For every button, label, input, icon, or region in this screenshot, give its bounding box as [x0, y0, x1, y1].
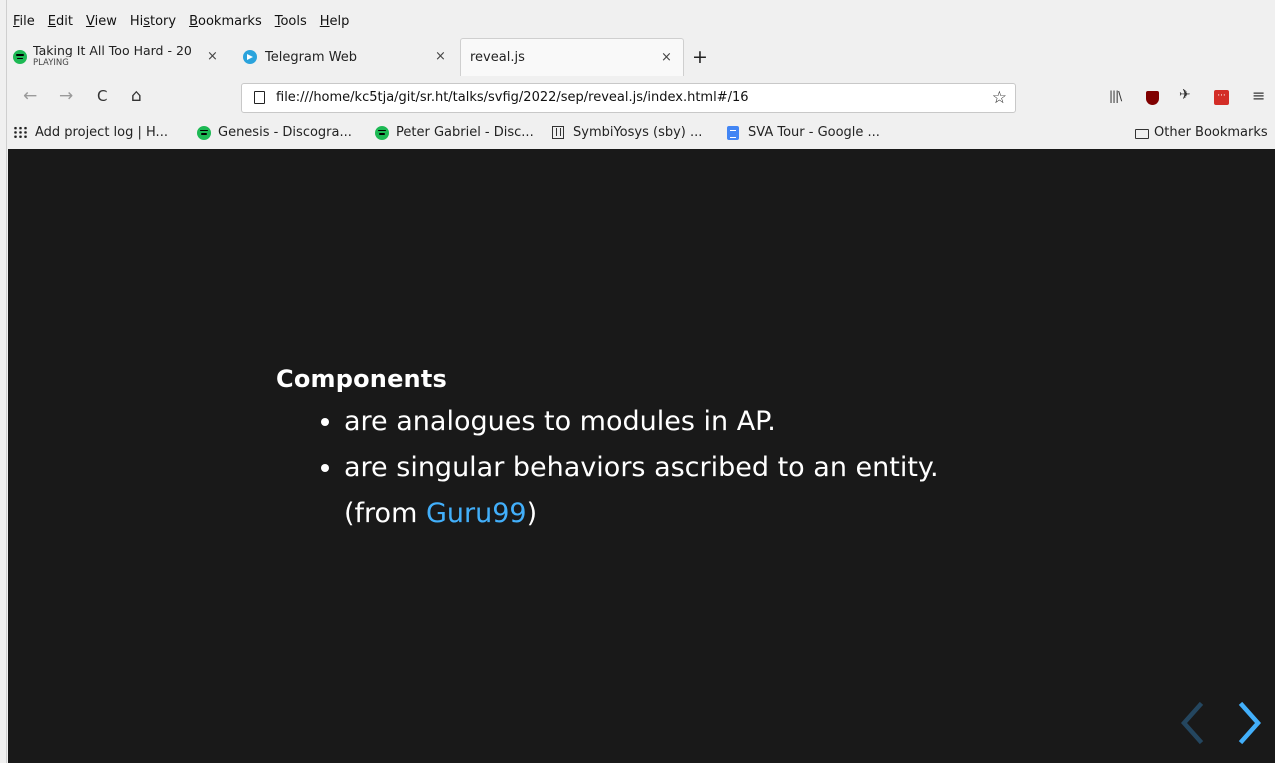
spotify-icon: [13, 50, 27, 64]
menu-bar: File Edit View History Bookmarks Tools H…: [7, 10, 362, 32]
page-icon: [254, 91, 265, 104]
menu-history[interactable]: History: [130, 14, 176, 29]
folder-icon: [1135, 128, 1149, 139]
tab-revealjs[interactable]: reveal.js ×: [460, 38, 684, 76]
bookmark-label: Peter Gabriel - Disc...: [396, 125, 534, 140]
navigation-toolbar: ← → C ⌂ file:///home/kc5tja/git/sr.ht/ta…: [7, 80, 1275, 116]
bookmark-item[interactable]: SymbiYosys (sby) ...: [552, 125, 702, 140]
spotify-icon: [197, 125, 211, 140]
bookmark-item[interactable]: Genesis - Discogra...: [197, 125, 352, 140]
other-bookmarks-folder[interactable]: Other Bookmarks: [1135, 125, 1268, 140]
library-icon[interactable]: |||\: [1109, 89, 1122, 103]
menu-bookmarks[interactable]: Bookmarks: [189, 14, 262, 29]
hamburger-menu-icon[interactable]: ≡: [1252, 86, 1265, 105]
menu-help[interactable]: Help: [320, 14, 350, 29]
forward-button[interactable]: →: [59, 86, 73, 106]
chevron-right-icon: [1238, 701, 1262, 745]
tab-status: PLAYING: [33, 58, 69, 68]
bullet-text: are analogues to modules in AP.: [344, 406, 776, 437]
tab-bar: Taking It All Too Hard - 20 PLAYING × Te…: [7, 38, 1275, 76]
citation: (from Guru99): [344, 498, 537, 529]
tab-telegram[interactable]: Telegram Web ×: [235, 38, 460, 76]
bookmark-item[interactable]: Add project log | H...: [13, 125, 168, 140]
menu-edit[interactable]: Edit: [48, 14, 73, 29]
other-bookmarks-label: Other Bookmarks: [1154, 125, 1268, 140]
telegram-icon: [243, 50, 257, 64]
bookmark-item[interactable]: SVA Tour - Google ...: [727, 125, 880, 140]
next-slide-button[interactable]: [1236, 701, 1266, 753]
bullet-text: are singular behaviors ascribed to an en…: [344, 452, 939, 483]
bookmarks-toolbar: Add project log | H... Genesis - Discogr…: [7, 122, 1275, 146]
slide-viewport: Components are analogues to modules in A…: [8, 149, 1275, 763]
home-button[interactable]: ⌂: [131, 86, 142, 106]
tab-title: reveal.js: [470, 50, 525, 65]
back-button[interactable]: ←: [23, 86, 37, 106]
slide-bullet: are analogues to modules in AP.: [344, 399, 939, 445]
menu-view[interactable]: View: [86, 14, 117, 29]
bookmark-item[interactable]: Peter Gabriel - Disc...: [375, 125, 534, 140]
window-edge: [0, 0, 7, 763]
browser-chrome: File Edit View History Bookmarks Tools H…: [7, 0, 1275, 149]
menu-file[interactable]: File: [13, 14, 35, 29]
slide-heading: Components: [276, 365, 447, 393]
bookmark-label: Add project log | H...: [35, 125, 168, 140]
bookmark-label: SymbiYosys (sby) ...: [573, 125, 703, 140]
bookmark-star-icon[interactable]: ☆: [992, 88, 1007, 108]
google-docs-icon: [727, 125, 739, 140]
close-tab-icon[interactable]: ×: [661, 50, 672, 65]
symbiyosys-icon: [552, 126, 564, 139]
lastpass-icon[interactable]: ···: [1214, 90, 1229, 105]
bookmark-label: Genesis - Discogra...: [218, 125, 352, 140]
bookmark-label: SVA Tour - Google ...: [748, 125, 880, 140]
slide-bullet: are singular behaviors ascribed to an en…: [344, 445, 939, 537]
slide: Components are analogues to modules in A…: [276, 365, 939, 537]
citation-suffix: ): [526, 498, 538, 529]
chevron-left-icon: [1180, 701, 1204, 745]
new-tab-button[interactable]: +: [692, 46, 708, 68]
url-bar[interactable]: file:///home/kc5tja/git/sr.ht/talks/svfi…: [241, 83, 1016, 113]
menu-tools[interactable]: Tools: [275, 14, 307, 29]
tab-spotify[interactable]: Taking It All Too Hard - 20 PLAYING ×: [7, 38, 232, 76]
slide-bullet-list: are analogues to modules in AP. are sing…: [276, 399, 939, 537]
url-text[interactable]: file:///home/kc5tja/git/sr.ht/talks/svfi…: [276, 90, 749, 105]
citation-prefix: (from: [344, 498, 426, 529]
close-tab-icon[interactable]: ×: [435, 49, 446, 64]
close-tab-icon[interactable]: ×: [207, 49, 218, 64]
pin-extension-icon[interactable]: ✈: [1179, 87, 1191, 103]
reload-button[interactable]: C: [97, 87, 107, 105]
previous-slide-button[interactable]: [1176, 701, 1206, 753]
hackaday-icon: [13, 126, 28, 139]
ublock-icon[interactable]: [1146, 91, 1159, 105]
tab-title: Taking It All Too Hard - 20: [33, 44, 191, 57]
spotify-icon: [375, 125, 389, 140]
tab-title: Telegram Web: [265, 49, 358, 65]
guru99-link[interactable]: Guru99: [426, 498, 527, 529]
